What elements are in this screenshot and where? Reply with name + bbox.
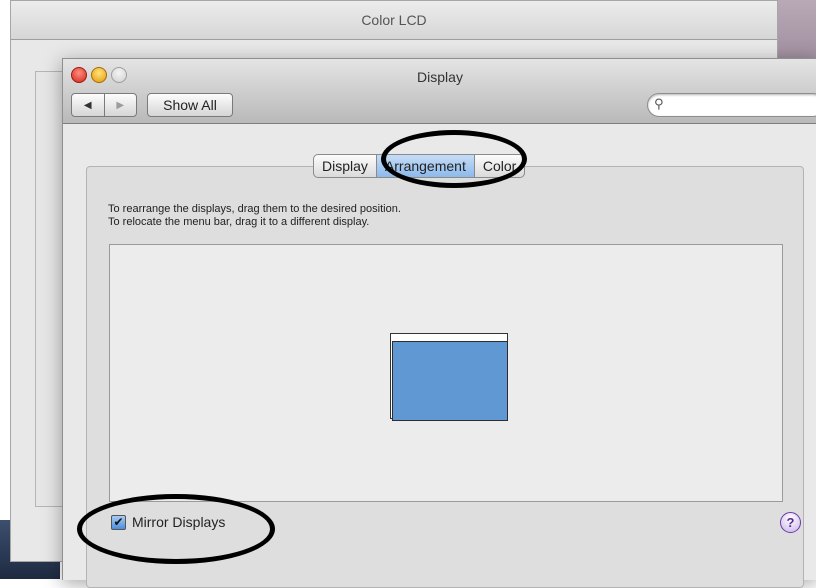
navigation-segment: ◀ ▶: [71, 93, 137, 117]
tab-display[interactable]: Display: [314, 155, 376, 177]
display-arrangement-area: [109, 244, 783, 502]
forward-arrow-icon[interactable]: ▶: [103, 94, 137, 116]
instruction-line-2: To relocate the menu bar, drag it to a d…: [108, 216, 370, 228]
annotation-oval-mirror: [77, 494, 275, 564]
arrangement-instructions: To rearrange the displays, drag them to …: [108, 203, 401, 229]
window-toolbar: Display ◀ ▶ Show All ⚲: [63, 59, 816, 124]
search-input[interactable]: ⚲: [647, 93, 816, 117]
back-arrow-icon[interactable]: ◀: [72, 94, 104, 116]
window-title: Display: [417, 69, 463, 85]
background-window-title: Color LCD: [11, 1, 777, 40]
annotation-oval-arrangement: [381, 130, 527, 188]
instruction-line-1: To rearrange the displays, drag them to …: [108, 203, 401, 215]
search-icon: ⚲: [654, 96, 664, 111]
display-thumbnail-primary[interactable]: [392, 341, 508, 421]
help-button[interactable]: ?: [780, 512, 801, 533]
show-all-button[interactable]: Show All: [147, 93, 233, 117]
